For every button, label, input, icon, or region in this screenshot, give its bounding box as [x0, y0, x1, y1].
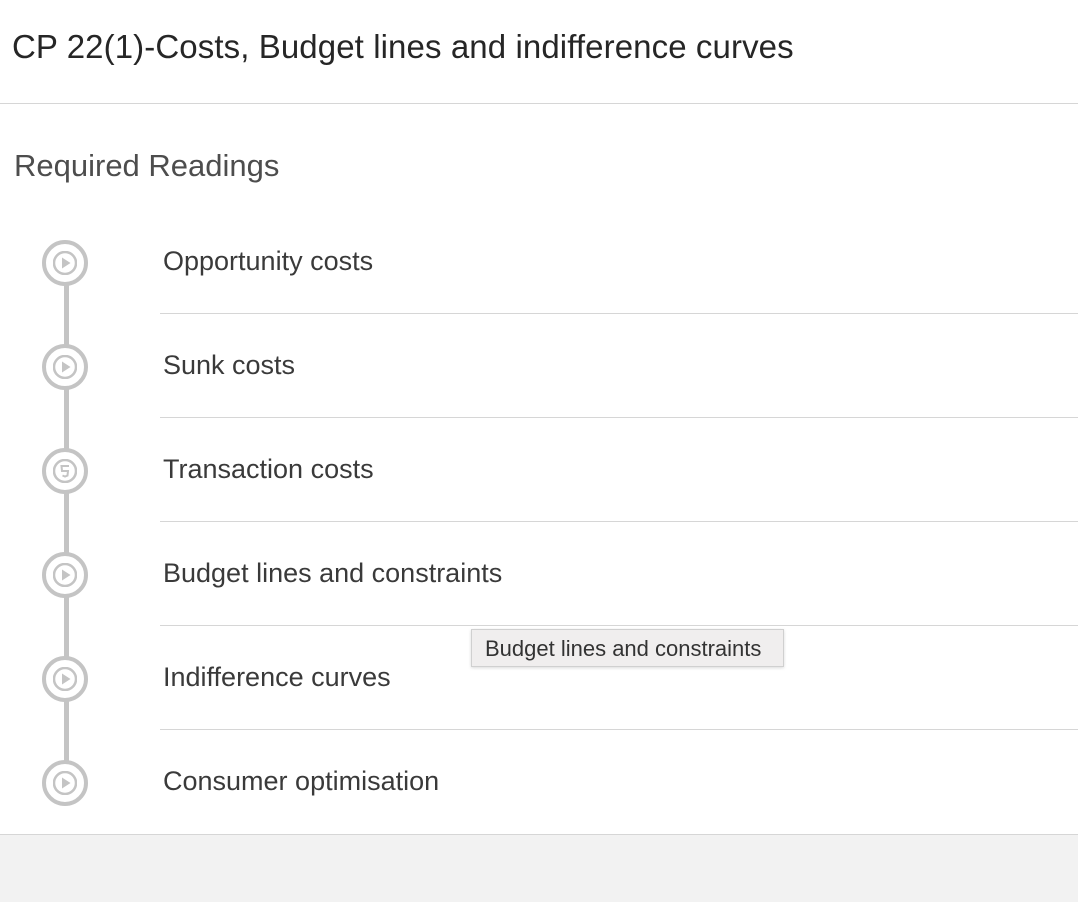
section-heading: Required Readings — [14, 148, 280, 183]
html5-icon — [42, 448, 88, 494]
reading-label: Transaction costs — [163, 454, 374, 484]
play-icon — [42, 552, 88, 598]
play-icon — [42, 344, 88, 390]
reading-label: Budget lines and constraints — [163, 558, 503, 588]
title-bar: CP 22(1)-Costs, Budget lines and indiffe… — [0, 0, 1078, 104]
reading-list: Opportunity costs Sunk costs Transaction… — [0, 210, 1078, 834]
play-icon — [42, 656, 88, 702]
reading-item-opportunity-costs[interactable]: Opportunity costs — [0, 210, 1078, 314]
tooltip: Budget lines and constraints — [471, 629, 785, 667]
reading-label: Sunk costs — [163, 350, 296, 380]
reading-label: Indifference curves — [163, 662, 391, 692]
reading-label: Consumer optimisation — [163, 766, 440, 796]
footer-bar — [0, 834, 1078, 902]
reading-item-transaction-costs[interactable]: Transaction costs — [0, 418, 1078, 522]
play-icon — [42, 240, 88, 286]
page: CP 22(1)-Costs, Budget lines and indiffe… — [0, 0, 1078, 902]
reading-item-sunk-costs[interactable]: Sunk costs — [0, 314, 1078, 418]
reading-label: Opportunity costs — [163, 246, 374, 276]
reading-item-consumer-optimisation[interactable]: Consumer optimisation — [0, 730, 1078, 834]
page-title: CP 22(1)-Costs, Budget lines and indiffe… — [12, 28, 794, 65]
play-icon — [42, 760, 88, 806]
reading-item-budget-lines[interactable]: Budget lines and constraints — [0, 522, 1078, 626]
